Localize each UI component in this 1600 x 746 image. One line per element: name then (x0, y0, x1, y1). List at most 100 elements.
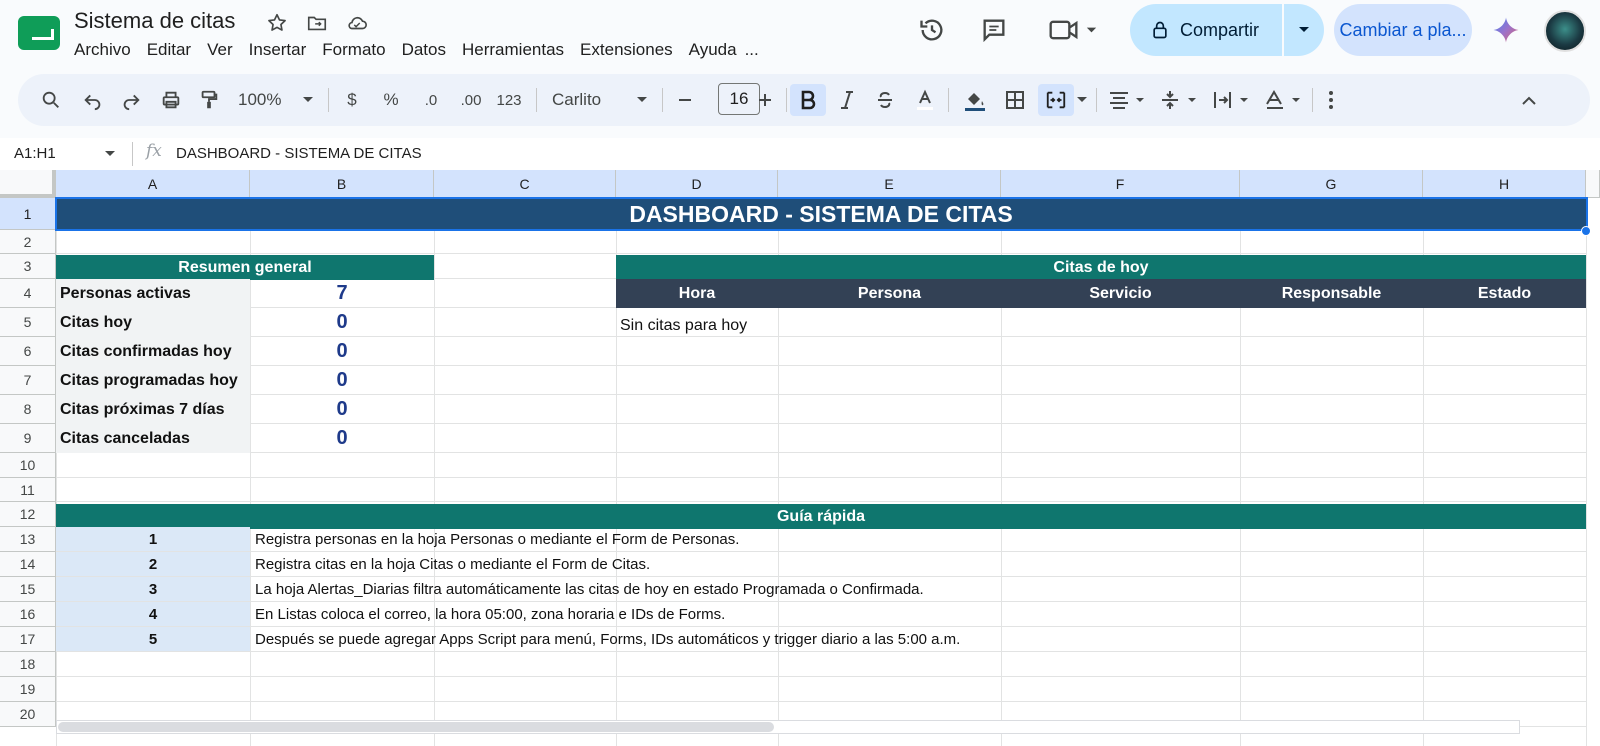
menu-editar[interactable]: Editar (139, 38, 199, 62)
guide-step-text[interactable]: Después se puede agregar Apps Script par… (251, 627, 1586, 651)
decrease-font-size-icon[interactable] (672, 84, 698, 116)
row-header-17[interactable]: 17 (0, 627, 56, 652)
paint-format-icon[interactable] (194, 84, 224, 116)
guide-step-text[interactable]: Registra citas en la hoja Citas o median… (251, 552, 1586, 576)
font-select[interactable]: Carlito (548, 84, 652, 116)
summary-value[interactable]: 0 (250, 308, 434, 337)
percent-button[interactable]: % (376, 84, 406, 116)
row-header-4[interactable]: 4 (0, 279, 56, 308)
summary-label[interactable]: Citas confirmadas hoy (56, 337, 250, 366)
text-rotation-icon[interactable] (1260, 84, 1308, 116)
text-wrapping-icon[interactable] (1208, 84, 1256, 116)
row-header-15[interactable]: 15 (0, 577, 56, 602)
summary-value[interactable]: 0 (250, 395, 434, 424)
merge-dropdown-icon[interactable] (1074, 84, 1090, 116)
summary-label[interactable]: Personas activas (56, 279, 250, 308)
row-header-10[interactable]: 10 (0, 453, 56, 478)
comments-icon[interactable] (978, 14, 1010, 46)
horizontal-align-icon[interactable] (1104, 84, 1152, 116)
summary-label[interactable]: Citas hoy (56, 308, 250, 337)
cloud-status-icon[interactable] (344, 10, 370, 36)
guide-step-number[interactable]: 4 (56, 602, 250, 626)
row-header-2[interactable]: 2 (0, 230, 56, 254)
guide-step-text[interactable]: En Listas coloca el correo, la hora 05:0… (251, 602, 1586, 626)
history-icon[interactable] (916, 14, 948, 46)
scrollbar-thumb[interactable] (58, 722, 774, 732)
summary-label[interactable]: Citas programadas hoy (56, 366, 250, 395)
today-column-header[interactable]: Servicio (1001, 279, 1240, 308)
guide-step-text[interactable]: Registra personas en la hoja Personas o … (251, 527, 1586, 551)
star-icon[interactable] (264, 10, 290, 36)
guide-step-text[interactable]: La hoja Alertas_Diarias filtra automátic… (251, 577, 1586, 601)
row-header-1[interactable]: 1 (0, 198, 56, 230)
merge-cells-icon[interactable] (1038, 84, 1074, 116)
name-box[interactable]: A1:H1 (14, 142, 56, 166)
today-column-header[interactable]: Estado (1423, 279, 1586, 308)
menu-insertar[interactable]: Insertar (241, 38, 315, 62)
menu-ver[interactable]: Ver (199, 38, 241, 62)
summary-value[interactable]: 0 (250, 424, 434, 453)
summary-label[interactable]: Citas próximas 7 días (56, 395, 250, 424)
print-icon[interactable] (156, 84, 186, 116)
more-formats-button[interactable]: 123 (492, 84, 526, 116)
column-header-g[interactable]: G (1240, 170, 1423, 198)
fill-handle[interactable] (1581, 226, 1591, 236)
select-all-corner[interactable] (0, 170, 56, 198)
move-folder-icon[interactable] (304, 10, 330, 36)
summary-header[interactable]: Resumen general (56, 255, 434, 280)
row-header-9[interactable]: 9 (0, 424, 56, 453)
column-header-c[interactable]: C (434, 170, 616, 198)
row-header-18[interactable]: 18 (0, 652, 56, 677)
formula-input[interactable]: DASHBOARD - SISTEMA DE CITAS (176, 142, 422, 166)
guide-step-number[interactable]: 1 (56, 527, 250, 551)
menu-datos[interactable]: Datos (394, 38, 454, 62)
row-header-5[interactable]: 5 (0, 308, 56, 337)
share-button[interactable]: Compartir (1130, 4, 1282, 56)
currency-button[interactable]: $ (338, 84, 366, 116)
guide-step-number[interactable]: 5 (56, 627, 250, 651)
menu-archivo[interactable]: Archivo (66, 38, 139, 62)
guide-header[interactable]: Guía rápida (56, 504, 1586, 529)
spreadsheet-grid[interactable]: ABCDEFGH 1 2 3 4 5 6 7 8 9 10 11 12 13 14 15 16 17 18 19 20… (0, 170, 1600, 746)
guide-step-number[interactable]: 3 (56, 577, 250, 601)
undo-icon[interactable] (78, 84, 108, 116)
row-header-11[interactable]: 11 (0, 478, 56, 502)
row-header-3[interactable]: 3 (0, 254, 56, 279)
collapse-toolbar-icon[interactable] (1514, 84, 1544, 116)
summary-value[interactable]: 0 (250, 337, 434, 366)
column-header-f[interactable]: F (1001, 170, 1240, 198)
bold-icon[interactable] (790, 84, 826, 116)
fill-color-icon[interactable] (958, 84, 992, 116)
italic-icon[interactable] (832, 84, 862, 116)
summary-label[interactable]: Citas canceladas (56, 424, 250, 453)
summary-value[interactable]: 7 (250, 279, 434, 308)
summary-value[interactable]: 0 (250, 366, 434, 395)
increase-font-size-icon[interactable] (752, 84, 778, 116)
column-header-h[interactable]: H (1423, 170, 1586, 198)
column-header-e[interactable]: E (778, 170, 1001, 198)
row-header-6[interactable]: 6 (0, 337, 56, 366)
dashboard-title[interactable]: DASHBOARD - SISTEMA DE CITAS (56, 198, 1586, 230)
column-header-a[interactable]: A (56, 170, 250, 198)
column-header-b[interactable]: B (250, 170, 434, 198)
menu-herramientas[interactable]: Herramientas (454, 38, 572, 62)
document-title[interactable]: Sistema de citas (74, 8, 235, 34)
menu-extensiones[interactable]: Extensiones (572, 38, 681, 62)
borders-icon[interactable] (1000, 84, 1030, 116)
row-header-20[interactable]: 20 (0, 702, 56, 727)
row-header-12[interactable]: 12 (0, 502, 56, 527)
strikethrough-icon[interactable] (870, 84, 900, 116)
zoom-select[interactable]: 100% (234, 84, 318, 116)
row-header-13[interactable]: 13 (0, 527, 56, 552)
menu-ayuda[interactable]: Ayuda (681, 38, 745, 62)
row-header-7[interactable]: 7 (0, 366, 56, 395)
decrease-decimal-button[interactable]: .0 (414, 84, 448, 116)
vertical-align-icon[interactable] (1156, 84, 1204, 116)
row-header-16[interactable]: 16 (0, 602, 56, 627)
meet-icon[interactable] (1046, 14, 1102, 46)
user-avatar[interactable] (1544, 10, 1586, 52)
today-header[interactable]: Citas de hoy (616, 255, 1586, 280)
gemini-icon[interactable] (1488, 12, 1524, 48)
share-dropdown-button[interactable] (1284, 4, 1324, 56)
more-options-icon[interactable] (1316, 84, 1346, 116)
